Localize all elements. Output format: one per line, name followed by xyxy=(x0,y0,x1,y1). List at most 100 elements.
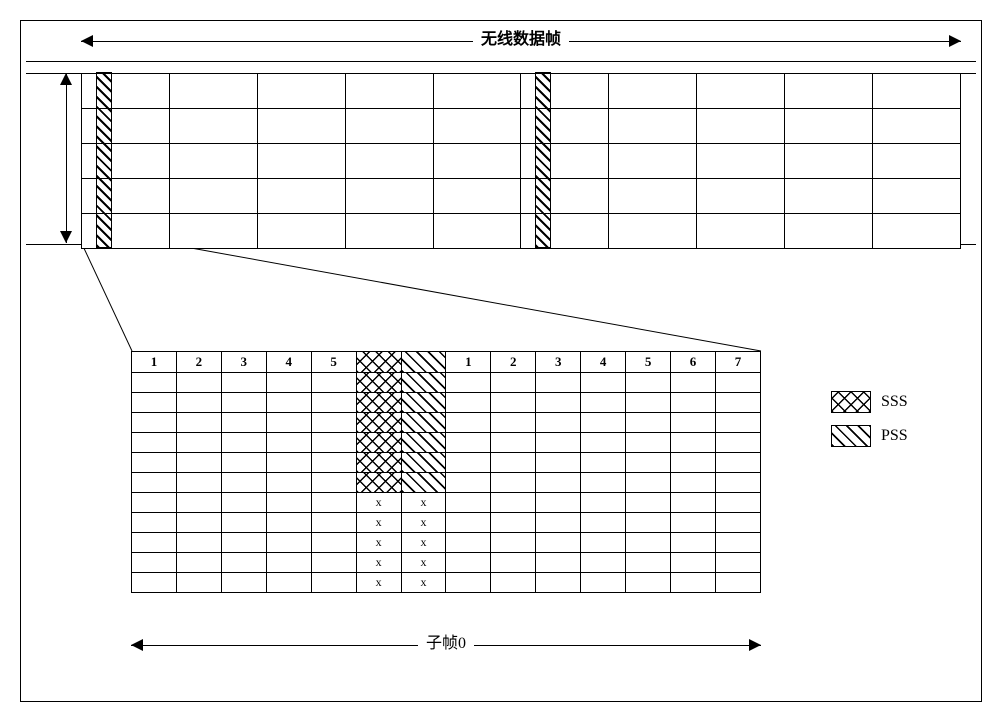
zoom-cell xyxy=(715,573,760,593)
zoom-cell xyxy=(536,473,581,493)
frame-cell xyxy=(82,109,170,144)
frame-cell xyxy=(873,74,961,109)
zoom-cell: x xyxy=(356,493,401,513)
zoom-header-label: 4 xyxy=(600,354,607,369)
zoom-header-cell: 6 xyxy=(671,352,716,373)
frame-cell xyxy=(697,144,785,179)
zoom-cell xyxy=(581,453,626,473)
zoom-cell xyxy=(581,493,626,513)
zoom-cell xyxy=(715,533,760,553)
zoom-header-label: 6 xyxy=(690,354,697,369)
zoom-cell xyxy=(715,433,760,453)
zoom-header-cell: 3 xyxy=(536,352,581,373)
legend: SSS PSS xyxy=(831,391,951,459)
zoom-cell xyxy=(132,533,177,553)
zoom-cell xyxy=(536,373,581,393)
frame-cell xyxy=(521,109,609,144)
zoom-cell xyxy=(221,453,266,473)
zoom-cell xyxy=(581,473,626,493)
frame-cell xyxy=(257,109,345,144)
zoom-cell xyxy=(221,433,266,453)
zoom-cell xyxy=(356,453,401,473)
zoom-cell xyxy=(626,373,671,393)
zoom-cell xyxy=(266,573,311,593)
arrow-right-icon xyxy=(749,639,761,651)
zoom-cell xyxy=(581,393,626,413)
legend-row-pss: PSS xyxy=(831,425,951,447)
left-dimension-line xyxy=(66,73,67,243)
zoom-cell xyxy=(266,493,311,513)
zoom-cell xyxy=(176,493,221,513)
zoom-cell xyxy=(311,433,356,453)
reserved-x-label: x xyxy=(420,515,426,529)
zoom-cell xyxy=(446,393,491,413)
zoom-header-label: 1 xyxy=(151,354,158,369)
frame-cell xyxy=(785,179,873,214)
zoom-cell xyxy=(491,533,536,553)
zoom-cell: x xyxy=(356,513,401,533)
zoom-cell xyxy=(266,513,311,533)
zoom-header-label: 1 xyxy=(465,354,472,369)
frame-cell xyxy=(521,74,609,109)
frame-cell xyxy=(82,74,170,109)
zoom-header-cell: 1 xyxy=(132,352,177,373)
zoom-cell xyxy=(221,553,266,573)
zoom-cell xyxy=(311,373,356,393)
zoom-cell xyxy=(536,493,581,513)
zoom-header-cell: 5 xyxy=(311,352,356,373)
frame-cell xyxy=(785,74,873,109)
frame-cell xyxy=(82,144,170,179)
reserved-x-label: x xyxy=(376,575,382,589)
zoom-cell xyxy=(176,433,221,453)
zoom-cell xyxy=(176,413,221,433)
zoom-header-cell: 1 xyxy=(446,352,491,373)
zoom-cell xyxy=(715,493,760,513)
pss-bar-icon xyxy=(96,72,112,248)
zoom-cell xyxy=(311,493,356,513)
frame-cell xyxy=(345,109,433,144)
zoom-cell xyxy=(715,453,760,473)
zoom-cell xyxy=(446,553,491,573)
zoom-cell xyxy=(356,373,401,393)
zoom-cell xyxy=(132,493,177,513)
zoom-cell xyxy=(266,433,311,453)
zoom-cell xyxy=(715,413,760,433)
zoom-cell xyxy=(221,473,266,493)
frame-cell xyxy=(169,109,257,144)
zoom-cell xyxy=(311,413,356,433)
zoom-cell xyxy=(446,533,491,553)
arrow-up-icon xyxy=(60,73,72,85)
zoom-cell xyxy=(491,513,536,533)
zoom-cell xyxy=(176,473,221,493)
zoom-cell xyxy=(446,373,491,393)
zoom-cell xyxy=(491,373,536,393)
frame-cell xyxy=(433,74,521,109)
radio-frame-table xyxy=(81,73,961,249)
zoom-cell xyxy=(671,533,716,553)
zoom-cell xyxy=(356,433,401,453)
zoom-cell xyxy=(491,553,536,573)
zoom-cell: x xyxy=(356,553,401,573)
frame-cell xyxy=(697,74,785,109)
zoom-cell: x xyxy=(401,573,446,593)
frame-cell xyxy=(521,214,609,249)
zoom-cell xyxy=(356,413,401,433)
frame-cell xyxy=(257,214,345,249)
subframe-zoom-table: 123451234567xxxxxxxxxx xyxy=(131,351,761,593)
reserved-x-label: x xyxy=(420,535,426,549)
zoom-header-cell: 4 xyxy=(266,352,311,373)
zoom-cell xyxy=(491,453,536,473)
zoom-cell xyxy=(671,373,716,393)
zoom-cell xyxy=(626,573,671,593)
zoom-header-label: 2 xyxy=(196,354,203,369)
zoom-header-cell: 2 xyxy=(491,352,536,373)
zoom-cell xyxy=(536,433,581,453)
arrow-down-icon xyxy=(60,231,72,243)
pss-bar-icon xyxy=(535,72,551,248)
frame-cell xyxy=(345,214,433,249)
zoom-cell xyxy=(715,473,760,493)
arrow-right-icon xyxy=(949,35,961,47)
zoom-cell xyxy=(221,513,266,533)
zoom-cell xyxy=(176,573,221,593)
reserved-x-label: x xyxy=(420,555,426,569)
